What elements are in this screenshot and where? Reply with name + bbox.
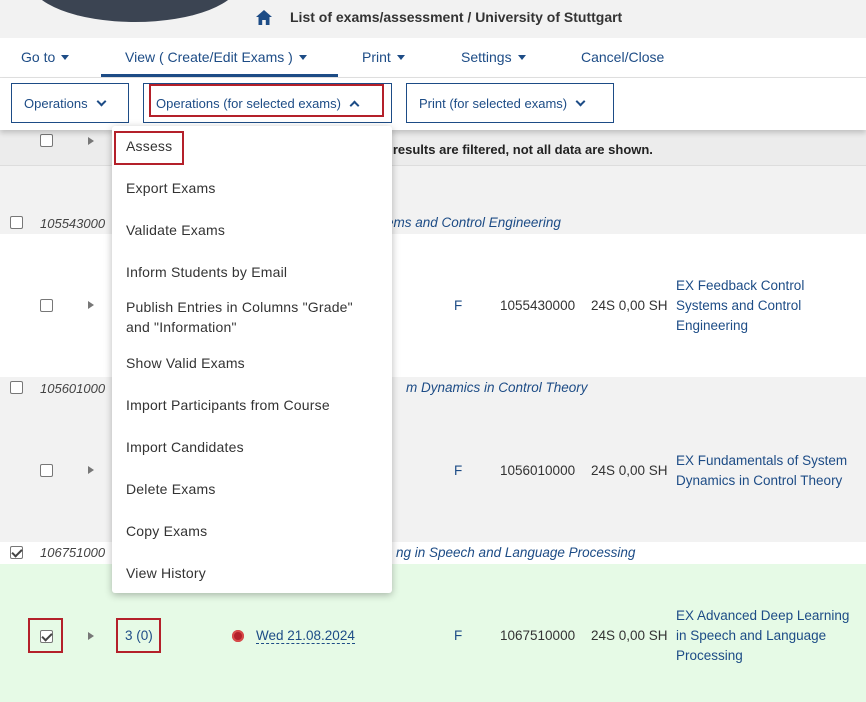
group-checkbox-checked[interactable] bbox=[10, 546, 23, 559]
print-selected-button[interactable]: Print (for selected exams) bbox=[406, 83, 614, 123]
caret-down-icon bbox=[298, 54, 307, 60]
exam-number: 1056010000 bbox=[500, 463, 576, 478]
exam-name-link[interactable]: EX Feedback Control Systems and Control … bbox=[676, 276, 804, 336]
menu-item-import-candidates[interactable]: Import Candidates bbox=[126, 437, 244, 457]
exam-date-link[interactable]: Wed 21.08.2024 bbox=[256, 628, 355, 644]
exam-term: 24S 0,00 SH bbox=[591, 298, 668, 313]
caret-down-icon bbox=[61, 54, 70, 60]
exam-name-line: EX Advanced Deep Learning bbox=[676, 608, 850, 623]
group-id: 105543000 bbox=[40, 216, 106, 231]
page-title: List of exams/assessment / University of… bbox=[256, 9, 622, 25]
nav-goto[interactable]: Go to bbox=[21, 49, 70, 65]
exam-name-line: Systems and Control bbox=[676, 298, 802, 313]
group-id: 105601000 bbox=[40, 381, 106, 396]
group-title: ems and Control Engineering bbox=[386, 215, 561, 230]
menu-item-inform-students[interactable]: Inform Students by Email bbox=[126, 262, 287, 282]
nav-settings-label: Settings bbox=[461, 49, 512, 65]
exam-name-link[interactable]: EX Fundamentals of System Dynamics in Co… bbox=[676, 451, 847, 491]
menu-item-show-valid-exams[interactable]: Show Valid Exams bbox=[126, 353, 245, 373]
menu-item-copy-exams[interactable]: Copy Exams bbox=[126, 521, 207, 541]
menu-item-export-exams[interactable]: Export Exams bbox=[126, 178, 216, 198]
assess-highlight bbox=[114, 131, 184, 165]
nav-print[interactable]: Print bbox=[362, 49, 405, 65]
expand-row-icon[interactable] bbox=[88, 301, 94, 309]
active-tab-indicator bbox=[101, 74, 338, 77]
caret-down-icon bbox=[396, 54, 405, 60]
nav-cancel-close[interactable]: Cancel/Close bbox=[581, 49, 664, 65]
nav-print-label: Print bbox=[362, 49, 391, 65]
operations-selected-highlight bbox=[149, 84, 384, 117]
caret-down-icon bbox=[517, 54, 526, 60]
group-id: 106751000 bbox=[40, 545, 106, 560]
exam-name-line: Engineering bbox=[676, 318, 749, 333]
row-checkbox[interactable] bbox=[40, 299, 53, 312]
home-icon[interactable] bbox=[256, 9, 272, 25]
exam-name-line: EX Fundamentals of System bbox=[676, 453, 848, 468]
menu-item-delete-exams[interactable]: Delete Exams bbox=[126, 479, 216, 499]
chevron-down-icon bbox=[575, 96, 586, 106]
operations-dropdown-menu: Assess Export Exams Validate Exams Infor… bbox=[112, 126, 392, 593]
exam-type: F bbox=[454, 298, 463, 313]
expand-all-icon[interactable] bbox=[88, 137, 94, 145]
nav-cancel-label: Cancel/Close bbox=[581, 49, 665, 65]
menu-item-validate-exams[interactable]: Validate Exams bbox=[126, 220, 225, 240]
operations-button[interactable]: Operations bbox=[11, 83, 129, 123]
action-toolbar: Operations Operations (for selected exam… bbox=[0, 78, 866, 130]
exam-type: F bbox=[454, 628, 463, 643]
nav-settings[interactable]: Settings bbox=[461, 49, 526, 65]
page-title-text: List of exams/assessment bbox=[290, 9, 464, 25]
nav-view-label: View ( Create/Edit Exams ) bbox=[125, 49, 293, 65]
group-title: m Dynamics in Control Theory bbox=[406, 380, 588, 395]
count-highlight bbox=[116, 618, 161, 653]
nav-goto-label: Go to bbox=[21, 49, 56, 65]
status-dot-icon bbox=[232, 630, 244, 642]
menu-item-publish-line-1: Publish Entries in Columns "Grade" bbox=[126, 299, 353, 315]
exam-name-line: EX Feedback Control bbox=[676, 278, 805, 293]
group-title: ng in Speech and Language Processing bbox=[396, 545, 636, 560]
university-logo bbox=[30, 0, 240, 22]
exam-name-line: Processing bbox=[676, 648, 743, 663]
exam-number: 1067510000 bbox=[500, 628, 576, 643]
expand-row-icon[interactable] bbox=[88, 632, 94, 640]
institution-name: / University of Stuttgart bbox=[467, 9, 623, 25]
menu-item-publish-line-2: and "Information" bbox=[126, 319, 237, 335]
checkbox-highlight bbox=[28, 618, 63, 653]
app-header: List of exams/assessment / University of… bbox=[0, 0, 866, 38]
exam-name-line: in Speech and Language bbox=[676, 628, 827, 643]
row-checkbox[interactable] bbox=[40, 464, 53, 477]
select-all-checkbox[interactable] bbox=[40, 134, 53, 147]
exam-number: 1055430000 bbox=[500, 298, 576, 313]
exam-term: 24S 0,00 SH bbox=[591, 628, 668, 643]
print-selected-label: Print (for selected exams) bbox=[419, 95, 568, 111]
top-navigation: Go to View ( Create/Edit Exams ) Print S… bbox=[0, 38, 866, 78]
menu-item-publish-entries[interactable]: Publish Entries in Columns "Grade" and "… bbox=[126, 297, 353, 337]
menu-item-import-participants[interactable]: Import Participants from Course bbox=[126, 395, 330, 415]
group-checkbox[interactable] bbox=[10, 216, 23, 229]
expand-row-icon[interactable] bbox=[88, 466, 94, 474]
nav-view[interactable]: View ( Create/Edit Exams ) bbox=[125, 49, 307, 65]
exam-name-line: Dynamics in Control Theory bbox=[676, 473, 843, 488]
chevron-down-icon bbox=[96, 96, 107, 106]
exam-type: F bbox=[454, 463, 463, 478]
operations-label: Operations bbox=[24, 95, 88, 111]
exam-name-link[interactable]: EX Advanced Deep Learning in Speech and … bbox=[676, 606, 849, 666]
filter-notice: e results are filtered, not all data are… bbox=[382, 142, 653, 157]
group-checkbox[interactable] bbox=[10, 381, 23, 394]
menu-item-view-history[interactable]: View History bbox=[126, 563, 206, 583]
exam-term: 24S 0,00 SH bbox=[591, 463, 668, 478]
exam-date: Wed 21.08.2024 bbox=[256, 628, 355, 644]
